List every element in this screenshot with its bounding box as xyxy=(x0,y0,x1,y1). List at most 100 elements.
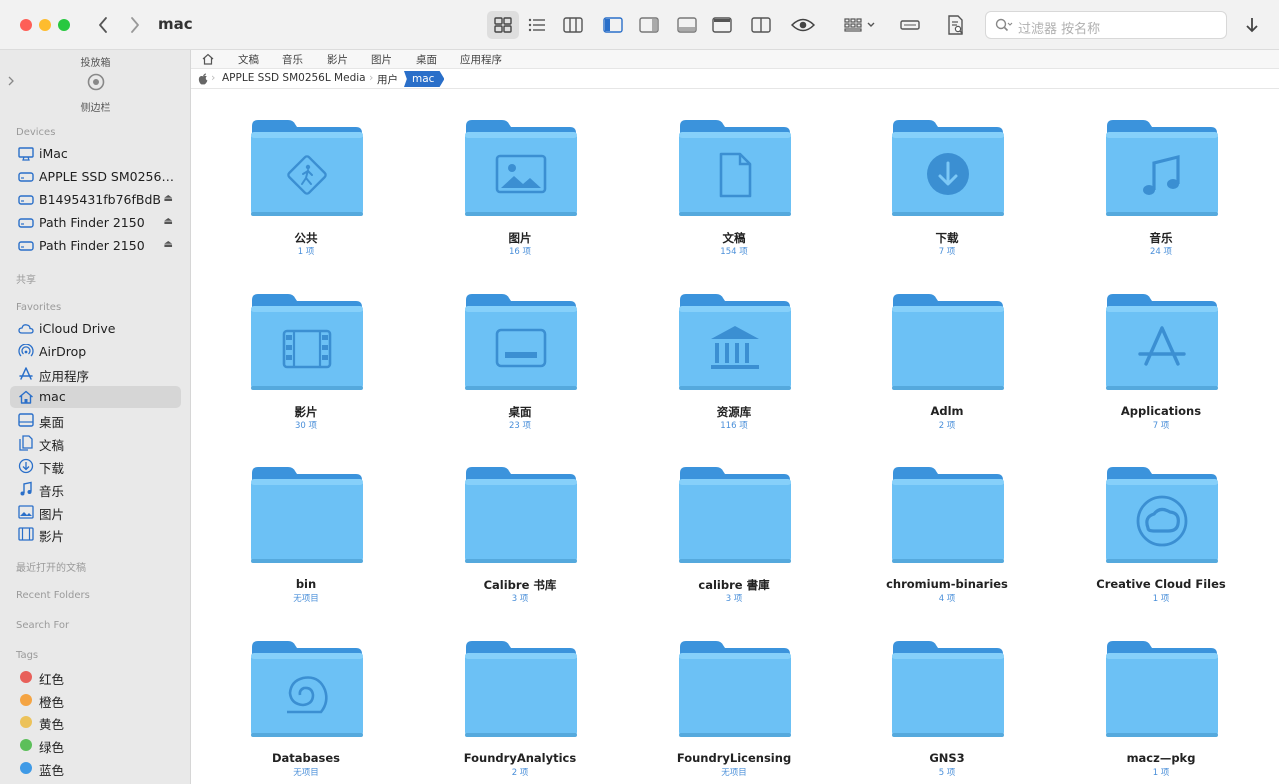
sidebar-item-pictures[interactable]: 图片 xyxy=(10,501,181,523)
folder-item-count: 1 项 xyxy=(1152,768,1170,778)
apple-logo-icon[interactable] xyxy=(198,73,208,85)
sidebar-left-icon xyxy=(603,17,623,33)
sidebar-item-applications[interactable]: 应用程序 xyxy=(10,363,181,385)
sidebar-item-label: 黄色 xyxy=(39,717,65,732)
folder-item[interactable]: 桌面 23 项 xyxy=(430,292,610,452)
document-search-icon xyxy=(948,15,963,35)
folder-icon xyxy=(251,120,363,216)
folder-item[interactable]: 资源库 116 项 xyxy=(644,292,824,452)
eject-icon[interactable]: ⏏ xyxy=(164,216,173,227)
folder-item[interactable]: Adlm 2 项 xyxy=(857,292,1037,452)
path-crumb-disk[interactable]: APPLE SSD SM0256L Media xyxy=(222,72,366,84)
toggle-bottom-shelf-button[interactable] xyxy=(674,11,700,39)
sidebar-item-path-finder-2[interactable]: Path Finder 2150 ⏏ xyxy=(10,235,181,257)
chevron-right-icon[interactable] xyxy=(7,76,15,86)
sidebar-item-music[interactable]: 音乐 xyxy=(10,478,181,500)
folder-item[interactable]: FoundryAnalytics 2 项 xyxy=(430,639,610,784)
list-view-button[interactable] xyxy=(523,11,551,39)
download-toolbar-button[interactable] xyxy=(1240,11,1264,39)
folder-item[interactable]: Databases 无项目 xyxy=(216,639,396,784)
sidebar-item-label: iMac xyxy=(39,146,68,161)
zoom-window-button[interactable] xyxy=(58,19,70,31)
folder-icon xyxy=(1106,467,1218,563)
dropbox-target-icon[interactable] xyxy=(87,73,105,91)
favbar-item-music[interactable]: 音乐 xyxy=(282,52,303,67)
sidebar-item-airdrop[interactable]: AirDrop xyxy=(10,341,181,363)
sidebar-item-downloads[interactable]: 下载 xyxy=(10,455,181,477)
folder-item[interactable]: calibre 書庫 3 项 xyxy=(644,465,824,625)
folder-icon xyxy=(679,294,791,390)
quick-look-button[interactable] xyxy=(788,11,818,39)
folder-item[interactable]: 公共 1 项 xyxy=(216,118,396,278)
back-button[interactable] xyxy=(92,13,114,37)
path-bar-button[interactable] xyxy=(896,11,924,39)
sidebar-item-path-finder-1[interactable]: Path Finder 2150 ⏏ xyxy=(10,212,181,234)
recent-documents-header[interactable]: 最近打开的文稿 xyxy=(16,559,86,574)
sidebar-tag-orange[interactable]: 橙色 xyxy=(10,689,181,711)
favbar-item-movies[interactable]: 影片 xyxy=(327,52,348,67)
folder-item-count: 23 项 xyxy=(508,421,532,431)
sidebar-item-mac[interactable]: mac xyxy=(10,386,181,408)
favbar-item-applications[interactable]: 应用程序 xyxy=(460,52,502,67)
forward-button[interactable] xyxy=(124,13,146,37)
sidebar-item-desktop[interactable]: 桌面 xyxy=(10,409,181,431)
toggle-inspector-button[interactable] xyxy=(636,11,662,39)
icon-view-button[interactable] xyxy=(487,11,519,39)
eject-icon[interactable]: ⏏ xyxy=(164,239,173,250)
picture-icon xyxy=(18,504,34,520)
folder-item[interactable]: 影片 30 项 xyxy=(216,292,396,452)
folder-name: FoundryLicensing xyxy=(676,751,792,765)
favbar-item-desktop[interactable]: 桌面 xyxy=(416,52,437,67)
sidebar-item-documents[interactable]: 文稿 xyxy=(10,432,181,454)
close-window-button[interactable] xyxy=(20,19,32,31)
sidebar-tag-red[interactable]: 红色 xyxy=(10,666,181,688)
folder-item[interactable]: bin 无项目 xyxy=(216,465,396,625)
sidebar-item-imac[interactable]: iMac xyxy=(10,143,181,165)
recent-folders-header[interactable]: Recent Folders xyxy=(16,590,90,601)
sidebar-item-label: iCloud Drive xyxy=(39,321,116,336)
folder-item[interactable]: Calibre 书库 3 项 xyxy=(430,465,610,625)
path-crumb-current[interactable]: mac xyxy=(404,71,445,87)
folder-item[interactable]: 文稿 154 项 xyxy=(644,118,824,278)
folder-name: 文稿 xyxy=(722,231,746,245)
sidebar-item-label: B1495431fb76fBdB xyxy=(39,192,161,207)
folder-item-count: 7 项 xyxy=(1152,421,1170,431)
folder-name: Applications xyxy=(1120,404,1202,418)
sidebar-item-label: 橙色 xyxy=(39,695,65,710)
sidebar-item-movies[interactable]: 影片 xyxy=(10,523,181,545)
sidebar-item-b1495431[interactable]: B1495431fb76fBdB ⏏ xyxy=(10,189,181,211)
toggle-sidebar-button[interactable] xyxy=(600,11,626,39)
favbar-item-pictures[interactable]: 图片 xyxy=(371,52,392,67)
folder-item[interactable]: 音乐 24 项 xyxy=(1071,118,1251,278)
minimize-window-button[interactable] xyxy=(39,19,51,31)
dual-pane-button[interactable] xyxy=(748,11,774,39)
folder-item[interactable]: 图片 16 项 xyxy=(430,118,610,278)
arrange-menu-button[interactable] xyxy=(840,11,880,39)
sidebar-tag-yellow[interactable]: 黄色 xyxy=(10,711,181,733)
folder-item[interactable]: FoundryLicensing 无项目 xyxy=(644,639,824,784)
sidebar-item-apple-ssd[interactable]: APPLE SSD SM0256L... xyxy=(10,166,181,188)
home-icon[interactable] xyxy=(202,53,214,65)
favbar-item-documents[interactable]: 文稿 xyxy=(238,52,259,67)
folder-name: 下载 xyxy=(935,231,959,245)
eject-icon[interactable]: ⏏ xyxy=(164,193,173,204)
folder-item[interactable]: GNS3 5 项 xyxy=(857,639,1037,784)
folder-item[interactable]: chromium-binaries 4 项 xyxy=(857,465,1037,625)
search-field[interactable]: 过滤器 按名称 xyxy=(985,11,1227,39)
get-info-button[interactable] xyxy=(942,11,970,39)
icon-grid-icon xyxy=(494,17,512,33)
folder-icon xyxy=(465,120,577,216)
sidebar-item-icloud-drive[interactable]: iCloud Drive xyxy=(10,318,181,340)
folder-item[interactable]: 下载 7 项 xyxy=(857,118,1037,278)
folder-item[interactable]: macz—pkg 1 项 xyxy=(1071,639,1251,784)
sidebar-tag-blue[interactable]: 蓝色 xyxy=(10,757,181,779)
toggle-top-shelf-button[interactable] xyxy=(709,11,735,39)
folder-item[interactable]: Creative Cloud Files 1 项 xyxy=(1071,465,1251,625)
path-separator: › xyxy=(369,71,374,84)
sidebar-item-label: APPLE SSD SM0256L... xyxy=(39,169,179,184)
folder-item[interactable]: Applications 7 项 xyxy=(1071,292,1251,452)
sidebar-tag-green[interactable]: 绿色 xyxy=(10,734,181,756)
path-crumb-users[interactable]: 用户 xyxy=(377,72,398,87)
column-view-button[interactable] xyxy=(559,11,587,39)
search-for-header[interactable]: Search For xyxy=(16,620,69,631)
